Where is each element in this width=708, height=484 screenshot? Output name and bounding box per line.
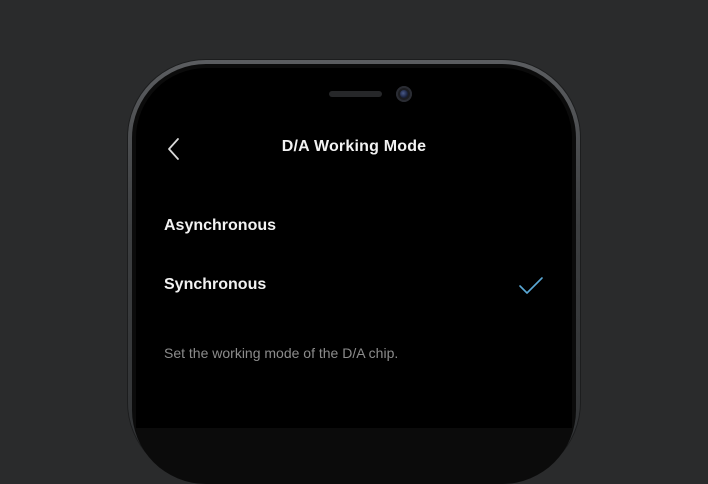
page-title: D/A Working Mode: [281, 138, 427, 155]
earpiece-speaker: [329, 91, 382, 97]
option-label: Synchronous: [164, 276, 267, 293]
option-label: Asynchronous: [164, 217, 277, 234]
description-text: Set the working mode of the D/A chip.: [164, 345, 399, 361]
option-asynchronous[interactable]: Asynchronous: [136, 207, 572, 247]
option-synchronous[interactable]: Synchronous: [136, 266, 572, 306]
checkmark-icon: [519, 277, 543, 294]
phone-screen: D/A Working Mode Asynchronous Synchronou…: [136, 68, 572, 428]
front-camera-icon: [396, 86, 412, 102]
